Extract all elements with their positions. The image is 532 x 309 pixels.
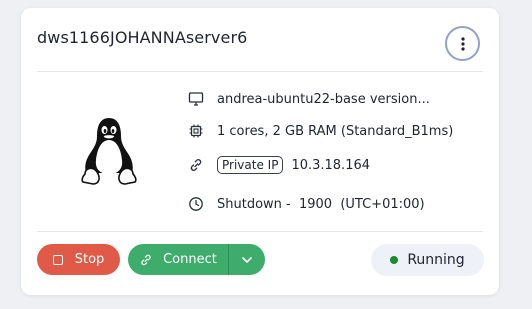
- detail-specs-row: 1 cores, 2 GB RAM (Standard_B1ms): [188, 119, 453, 143]
- detail-ip-row: Private IP 10.3.18.164: [188, 153, 370, 177]
- vm-title: dws1166JOHANNAserver6: [37, 28, 248, 47]
- stop-label: Stop: [74, 252, 105, 267]
- link-icon: [141, 254, 151, 265]
- private-ip-badge: Private IP: [217, 156, 284, 174]
- connect-options-dropdown[interactable]: [229, 244, 265, 275]
- status-label: Running: [407, 252, 465, 268]
- detail-image-row: andrea-ubuntu22-base version...: [188, 87, 430, 111]
- more-vertical-icon: [460, 36, 465, 51]
- detail-shutdown-row: Shutdown - 1900 (UTC+01:00): [188, 192, 425, 216]
- stop-icon: [52, 254, 63, 265]
- chevron-down-icon: [242, 256, 252, 263]
- connect-label: Connect: [163, 252, 217, 267]
- stop-button[interactable]: Stop: [37, 244, 120, 275]
- linux-tux-icon: [81, 118, 137, 185]
- cpu-icon: [188, 123, 204, 139]
- status-dot-icon: [390, 256, 399, 264]
- status-badge: Running: [371, 244, 484, 276]
- vm-card: dws1166JOHANNAserver6 andrea-ubuntu22-ba…: [21, 8, 499, 295]
- image-name: andrea-ubuntu22-base version...: [217, 91, 430, 107]
- shutdown-schedule: Shutdown - 1900 (UTC+01:00): [217, 196, 425, 212]
- clock-icon: [188, 196, 204, 212]
- connect-button[interactable]: Connect: [128, 244, 228, 275]
- specs-text: 1 cores, 2 GB RAM (Standard_B1ms): [217, 123, 454, 139]
- monitor-icon: [188, 91, 204, 107]
- link-icon: [188, 157, 204, 173]
- ip-address: 10.3.18.164: [291, 157, 371, 173]
- more-options-button[interactable]: [445, 26, 480, 61]
- divider: [37, 231, 483, 232]
- divider: [37, 71, 483, 72]
- connect-button-group: Connect: [128, 244, 265, 275]
